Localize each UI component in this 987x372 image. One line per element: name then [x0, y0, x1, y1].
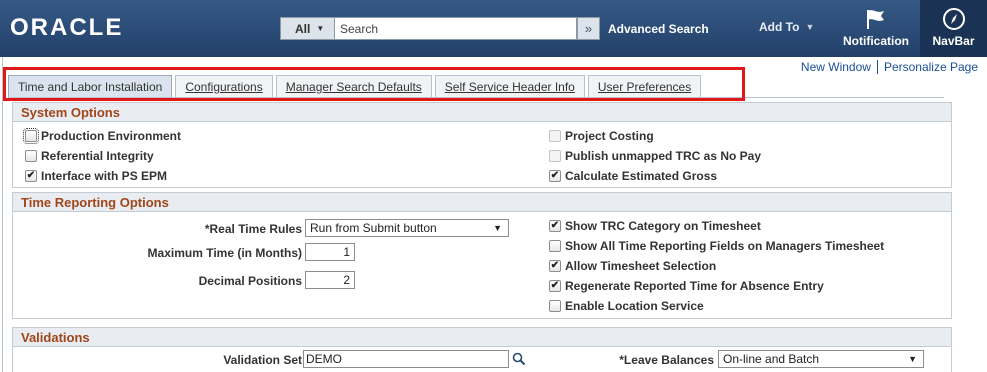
compass-icon: [942, 8, 965, 30]
decimal-positions-input[interactable]: 2: [305, 271, 355, 289]
checkbox-checked[interactable]: ✔: [549, 280, 561, 292]
search-input[interactable]: [335, 17, 577, 40]
search-icon[interactable]: [512, 352, 526, 366]
search-scope-dropdown[interactable]: All ▼: [280, 17, 335, 40]
checkbox-checked[interactable]: ✔: [25, 170, 37, 182]
validation-set-label: Validation Set: [223, 353, 302, 367]
checkbox-label: Allow Timesheet Selection: [565, 259, 717, 273]
flag-icon: [867, 10, 884, 29]
checkbox[interactable]: [549, 240, 561, 252]
chevron-down-icon: ▼: [493, 223, 502, 233]
checkbox-disabled: [549, 130, 561, 142]
new-window-link[interactable]: New Window: [801, 60, 871, 74]
checkbox[interactable]: [23, 128, 39, 144]
add-to-menu[interactable]: Add To ▼: [759, 20, 814, 34]
page-border: [2, 57, 3, 372]
page-links: New Window Personalize Page: [801, 60, 978, 74]
show-all-fields-checkbox[interactable]: Show All Time Reporting Fields on Manage…: [549, 237, 884, 255]
chevron-down-icon: ▼: [805, 22, 815, 32]
leave-balances-label: *Leave Balances: [619, 353, 714, 367]
validation-set-input[interactable]: DEMO: [303, 350, 509, 368]
select-value: Run from Submit button: [310, 221, 437, 235]
checkbox-label: Regenerate Reported Time for Absence Ent…: [565, 279, 824, 293]
allow-timesheet-selection-checkbox[interactable]: ✔ Allow Timesheet Selection: [549, 257, 716, 275]
oracle-logo: ORACLE: [10, 14, 124, 41]
search-bar: All ▼ »: [280, 17, 600, 40]
checkbox-label: Show TRC Category on Timesheet: [565, 219, 761, 233]
production-environment-checkbox[interactable]: Production Environment: [23, 127, 182, 145]
checkbox-checked[interactable]: ✔: [549, 260, 561, 272]
select-value: On-line and Batch: [723, 352, 820, 366]
real-time-rules-label: *Real Time Rules: [204, 222, 302, 236]
system-options-title: System Options: [13, 103, 951, 122]
checkbox[interactable]: [549, 300, 561, 312]
checkbox-label: Project Costing: [565, 129, 654, 143]
notification-button[interactable]: Notification: [840, 5, 912, 48]
publish-unmapped-trc-checkbox: Publish unmapped TRC as No Pay: [549, 147, 761, 165]
notification-label: Notification: [843, 34, 909, 48]
add-to-label: Add To: [759, 20, 800, 34]
navbar-label: NavBar: [932, 34, 975, 48]
enable-location-service-checkbox[interactable]: Enable Location Service: [549, 297, 704, 315]
regenerate-reported-time-checkbox[interactable]: ✔ Regenerate Reported Time for Absence E…: [549, 277, 824, 295]
project-costing-checkbox: Project Costing: [549, 127, 654, 145]
time-reporting-title: Time Reporting Options: [13, 193, 951, 212]
referential-integrity-checkbox[interactable]: Referential Integrity: [25, 147, 154, 165]
personalize-page-link[interactable]: Personalize Page: [884, 60, 978, 74]
checkbox-checked[interactable]: ✔: [549, 170, 561, 182]
checkbox[interactable]: [25, 150, 37, 162]
checkbox-label: Show All Time Reporting Fields on Manage…: [565, 239, 885, 253]
advanced-search-link[interactable]: Advanced Search: [608, 22, 709, 36]
maximum-time-label: Maximum Time (in Months): [147, 246, 302, 260]
search-scope-label: All: [295, 21, 311, 36]
checkbox-label: Production Environment: [41, 129, 182, 143]
decimal-positions-label: Decimal Positions: [198, 274, 302, 288]
real-time-rules-select[interactable]: Run from Submit button ▼: [305, 219, 509, 237]
header-bar: ORACLE All ▼ » Advanced Search Add To ▼ …: [0, 0, 987, 57]
double-chevron-right-icon: »: [584, 21, 593, 36]
checkbox-checked[interactable]: ✔: [549, 220, 561, 232]
leave-balances-select[interactable]: On-line and Batch ▼: [718, 350, 924, 368]
checkbox-label: Interface with PS EPM: [41, 169, 168, 183]
chevron-down-icon: ▼: [316, 24, 325, 33]
checkbox-label: Referential Integrity: [41, 149, 154, 163]
calculate-estimated-gross-checkbox[interactable]: ✔ Calculate Estimated Gross: [549, 167, 717, 185]
checkbox-label: Publish unmapped TRC as No Pay: [565, 149, 762, 163]
interface-ps-epm-checkbox[interactable]: ✔ Interface with PS EPM: [25, 167, 167, 185]
highlight-box: [3, 67, 745, 101]
checkbox-label: Calculate Estimated Gross: [565, 169, 718, 183]
navbar-button[interactable]: NavBar: [920, 0, 987, 57]
link-separator: [876, 60, 878, 74]
checkbox-disabled: [549, 150, 561, 162]
search-go-button[interactable]: »: [577, 17, 600, 40]
chevron-down-icon: ▼: [908, 354, 917, 364]
validations-title: Validations: [13, 328, 951, 347]
maximum-time-input[interactable]: 1: [305, 243, 355, 261]
checkbox-label: Enable Location Service: [565, 299, 704, 313]
show-trc-category-checkbox[interactable]: ✔ Show TRC Category on Timesheet: [549, 217, 761, 235]
